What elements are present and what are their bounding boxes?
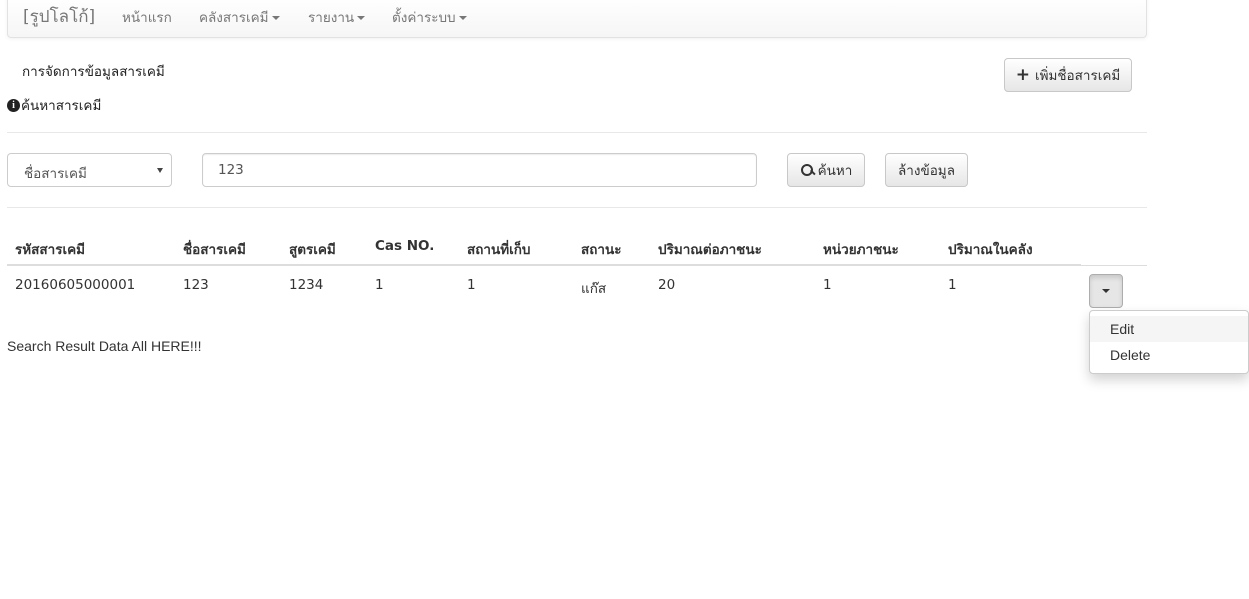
table-cell: 123 <box>183 277 209 293</box>
add-chemical-button[interactable]: + เพิ่มชื่อสารเคมี <box>1004 58 1132 92</box>
chevron-down-icon <box>157 168 163 173</box>
table-cell: 1 <box>467 277 476 293</box>
table-header: สถานที่เก็บ <box>467 242 531 258</box>
table-header-line <box>7 264 1081 266</box>
search-icon <box>800 163 814 177</box>
table-header: รหัสสารเคมี <box>15 242 86 258</box>
table-header: ปริมาณต่อภาชนะ <box>658 242 762 258</box>
caret-down-icon <box>271 16 280 20</box>
table-header: สถานะ <box>581 242 622 258</box>
info-icon: i <box>7 98 20 112</box>
plus-icon: + <box>1015 64 1030 85</box>
top-navbar: [รูปโลโก้] หน้าแรก คลังสารเคมี รายงาน ตั… <box>7 0 1147 38</box>
search-section-title: i ค้นหาสารเคมี <box>7 94 101 116</box>
table-cell: 1 <box>823 277 832 293</box>
table-header: ปริมาณในคลัง <box>948 242 1033 258</box>
table-header: หน่วยภาชนะ <box>823 242 899 258</box>
table-cell: 1234 <box>289 277 324 293</box>
edit-menu-item[interactable]: Edit <box>1090 316 1248 342</box>
page-title: การจัดการข้อมูลสารเคมี <box>22 64 165 80</box>
table-header: สูตรเคมี <box>289 242 336 258</box>
divider <box>7 132 1147 133</box>
search-field-select[interactable]: ชื่อสารเคมี <box>7 153 172 187</box>
divider <box>7 207 1147 208</box>
brand-logo[interactable]: [รูปโลโก้] <box>23 3 95 30</box>
table-cell: 1 <box>375 277 384 293</box>
caret-down-icon <box>1102 289 1110 293</box>
caret-down-icon <box>458 16 467 20</box>
nav-reports[interactable]: รายงาน <box>308 6 366 28</box>
table-cell: 1 <box>948 277 957 293</box>
table-cell: 20160605000001 <box>15 277 136 293</box>
caret-down-icon <box>357 16 366 20</box>
table-cell: แก๊ส <box>581 281 607 297</box>
table-header: Cas NO. <box>375 238 435 254</box>
nav-home[interactable]: หน้าแรก <box>122 6 172 28</box>
table-cell: 20 <box>658 277 676 293</box>
table-header: ชื่อสารเคมี <box>183 242 246 258</box>
row-actions-menu: Edit Delete <box>1089 310 1249 374</box>
search-input[interactable] <box>202 153 757 187</box>
delete-menu-item[interactable]: Delete <box>1090 342 1248 368</box>
search-button[interactable]: ค้นหา <box>787 153 865 187</box>
clear-button[interactable]: ล้างข้อมูล <box>885 153 968 187</box>
row-actions-toggle[interactable] <box>1089 274 1123 308</box>
nav-chemical-store[interactable]: คลังสารเคมี <box>199 6 280 28</box>
result-note: Search Result Data All HERE!!! <box>7 338 202 354</box>
nav-settings[interactable]: ตั้งค่าระบบ <box>392 6 467 28</box>
